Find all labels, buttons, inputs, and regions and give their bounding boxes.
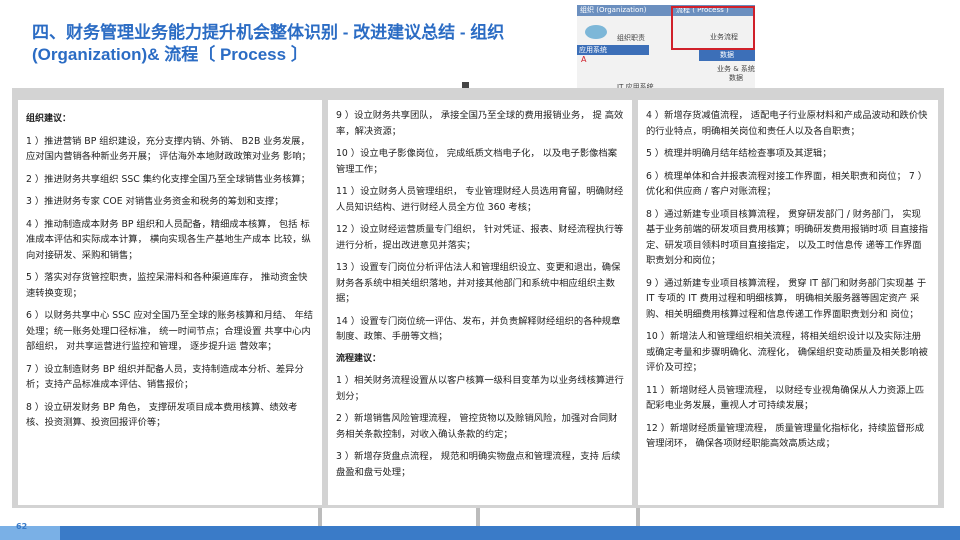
list-item: 12 ）新增财经质量管理流程， 质量管理量化指标化，持续监督形成管理闭环， 确保… <box>646 422 925 450</box>
list-item: 12 ）设立财经运营质量专门组织， 针对凭证、报表、财经流程执行等进行分析，提出… <box>336 224 624 251</box>
recommendation-table: 组织建议： 1 ）推进营销 BP 组织建设，充分支撑内销、外销、 B2B 业务发… <box>12 88 944 508</box>
stand-leg-right <box>636 508 640 528</box>
footer-bar <box>0 526 960 540</box>
thumb-business-system-data: 业务 & 系统 数据 <box>717 65 755 82</box>
footer-bar-accent <box>0 526 60 540</box>
page-number: 62 <box>16 522 28 531</box>
list-item: 6 ）以财务共享中心 SSC 应对全国乃至全球的账务核算和月结、 年结处理；统一… <box>26 310 314 352</box>
list-item: 3 ）新增存货盘点流程， 规范和明确实物盘点和管理流程，支持 后续盘盈和盘亏处理… <box>336 451 621 478</box>
list-item: 1 ）推进营销 BP 组织建设，充分支撑内销、外销、 B2B 业务发展， 应对国… <box>26 135 311 163</box>
list-item: 11 ）设立财务人员管理组织， 专业管理财经人员选用育留，明确财经人员知识结构、… <box>336 186 624 213</box>
list-item: 8 ）设立研发财务 BP 角色， 支撑研发项目成本费用核算、绩效考核、投资测算、… <box>26 401 298 429</box>
list-item: 6 ）梳理单体和合并报表流程对接工作界面，相关职责和岗位； 7 ）优化和供应商 … <box>646 170 928 198</box>
list-item: 10 ）新增法人和管理组织相关流程，将相关组织设计以及实际注册或确定考量和步骤明… <box>646 331 928 373</box>
stand-leg-center <box>476 508 480 528</box>
list-item: 3 ）推进财务专家 COE 对销售业务资金和税务的筹划和支撑； <box>26 196 284 207</box>
slide-title-line1: 四、财务管理业务能力提升机会整体识别 - 改进建议总结 - 组织 <box>32 23 505 42</box>
slide-title: 四、财务管理业务能力提升机会整体识别 - 改进建议总结 - 组织 (Organi… <box>32 22 592 66</box>
thumb-data: 数据 <box>699 49 755 61</box>
section-heading-process: 流程建议： <box>336 353 382 364</box>
list-item: 2 ）新增销售风险管理流程， 管控货物以及赊销风险，加强对合同财务相关条款控制，… <box>336 413 618 440</box>
list-item: 5 ）梳理并明确月结年结检查事项及其逻辑； <box>646 148 832 159</box>
thumb-process-frame <box>671 6 755 50</box>
list-item: 9 ）通过新建专业项目核算流程， 贯穿 IT 部门和财务部门实现基 于 IT 专… <box>646 277 927 320</box>
list-item: 11 ）新增财经人员管理流程， 以财经专业视角确保从人力资源上匹配彩电业务发展，… <box>646 384 925 412</box>
list-item: 4 ）新增存货减值流程， 适配电子行业原材料和产成品波动和跌价快的行业特点，明确… <box>646 110 928 137</box>
list-item: 2 ）推进财务共享组织 SSC 集约化支撑全国乃至全球销售业务核算； <box>26 173 311 185</box>
column-organization-process: 9 ）设立财务共享团队， 承接全国乃至全球的费用报销业务， 提 高效率，解决资源… <box>328 100 632 505</box>
thumb-tag: A <box>581 55 587 64</box>
list-item: 13 ）设置专门岗位分析评估法人和管理组织设立、变更和退出，确保财务各系统中相关… <box>336 262 621 304</box>
thumb-org-header: 组织 (Organization) <box>577 5 674 16</box>
stand-leg-left <box>318 508 322 528</box>
list-item: 9 ）设立财务共享团队， 承接全国乃至全球的费用报销业务， 提 高效率，解决资源… <box>336 110 624 137</box>
framework-thumbnail: 组织 (Organization) 流程 ( Process ) 组织职责 业务… <box>577 5 755 91</box>
section-heading-organization: 组织建议： <box>26 114 72 124</box>
list-item: 14 ）设置专门岗位统一评估、发布，并负责解释财经组织的各种规章制度、政策、手册… <box>336 315 621 343</box>
list-item: 7 ）设立制造财务 BP 组织并配备人员，支持制造成本分析、差异分析；支持产品标… <box>26 363 304 391</box>
thumb-app-system: 应用系统 <box>577 45 649 55</box>
list-item: 8 ）通过新建专业项目核算流程， 贯穿研发部门 / 财务部门， 实现基于业务前端… <box>646 208 928 267</box>
column-process: 4 ）新增存货减值流程， 适配电子行业原材料和产成品波动和跌价快的行业特点，明确… <box>638 100 938 505</box>
slide-title-line2: (Organization)& 流程〔 Process 〕 <box>32 45 308 64</box>
list-item: 4 ）推动制造成本财务 BP 组织和人员配备，精细成本核算， 包括 标准成本评估… <box>26 218 311 261</box>
column-organization: 组织建议： 1 ）推进营销 BP 组织建设，充分支撑内销、外销、 B2B 业务发… <box>18 100 322 505</box>
list-item: 1 ）相关财务流程设置从以客户核算一级科目变革为以业务线核算进行划分； <box>336 375 624 402</box>
list-item: 5 ）落实对存货管控职责，监控呆滞料和各种渠道库存， 推动资金快速转换变现； <box>26 272 308 299</box>
thumb-org-duty: 组织职责 <box>617 34 645 42</box>
globe-icon <box>585 25 607 39</box>
list-item: 10 ）设立电子影像岗位， 完成纸质文档电子化， 以及电子影像档案管理工作； <box>336 148 618 175</box>
